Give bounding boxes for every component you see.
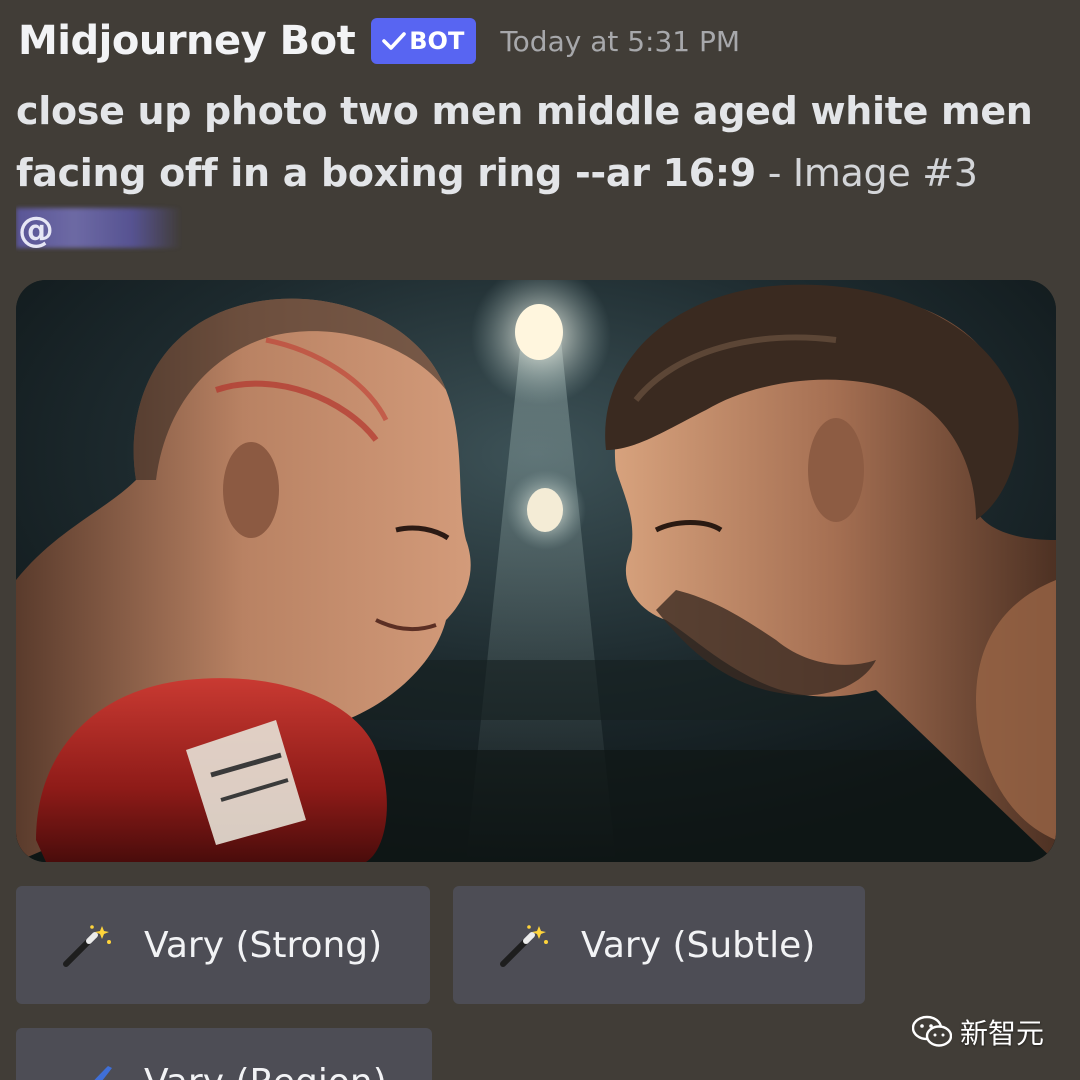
- vary-strong-label: Vary (Strong): [144, 924, 383, 966]
- generated-image[interactable]: [16, 280, 1056, 862]
- verified-check-icon: [382, 32, 407, 50]
- magic-wand-icon: [63, 925, 111, 967]
- boxing-photo-illustration: [16, 280, 1056, 862]
- prompt-text: close up photo two men middle aged white…: [16, 80, 1056, 204]
- vary-strong-button[interactable]: Vary (Strong): [16, 886, 430, 1004]
- mention-at-symbol: @: [18, 210, 54, 251]
- message-header: Midjourney Bot BOT Today at 5:31 PM: [18, 18, 740, 64]
- message-timestamp[interactable]: Today at 5:31 PM: [500, 25, 740, 58]
- wechat-icon: [911, 1015, 952, 1047]
- username[interactable]: Midjourney Bot: [18, 18, 356, 64]
- vary-subtle-label: Vary (Subtle): [581, 924, 816, 966]
- vary-subtle-button[interactable]: Vary (Subtle): [453, 886, 865, 1004]
- paintbrush-icon: [94, 1066, 112, 1080]
- vary-region-label: Vary (Region): [144, 1062, 387, 1080]
- bot-badge-label: BOT: [409, 27, 465, 55]
- vary-region-button[interactable]: Vary (Region): [16, 1028, 432, 1080]
- user-mention-redacted[interactable]: @: [16, 200, 182, 258]
- watermark: 新智元: [911, 1012, 1044, 1052]
- magic-wand-icon: [500, 925, 548, 967]
- bot-badge: BOT: [371, 18, 477, 64]
- image-index-label: - Image #3: [755, 151, 978, 195]
- watermark-text: 新智元: [959, 1017, 1044, 1050]
